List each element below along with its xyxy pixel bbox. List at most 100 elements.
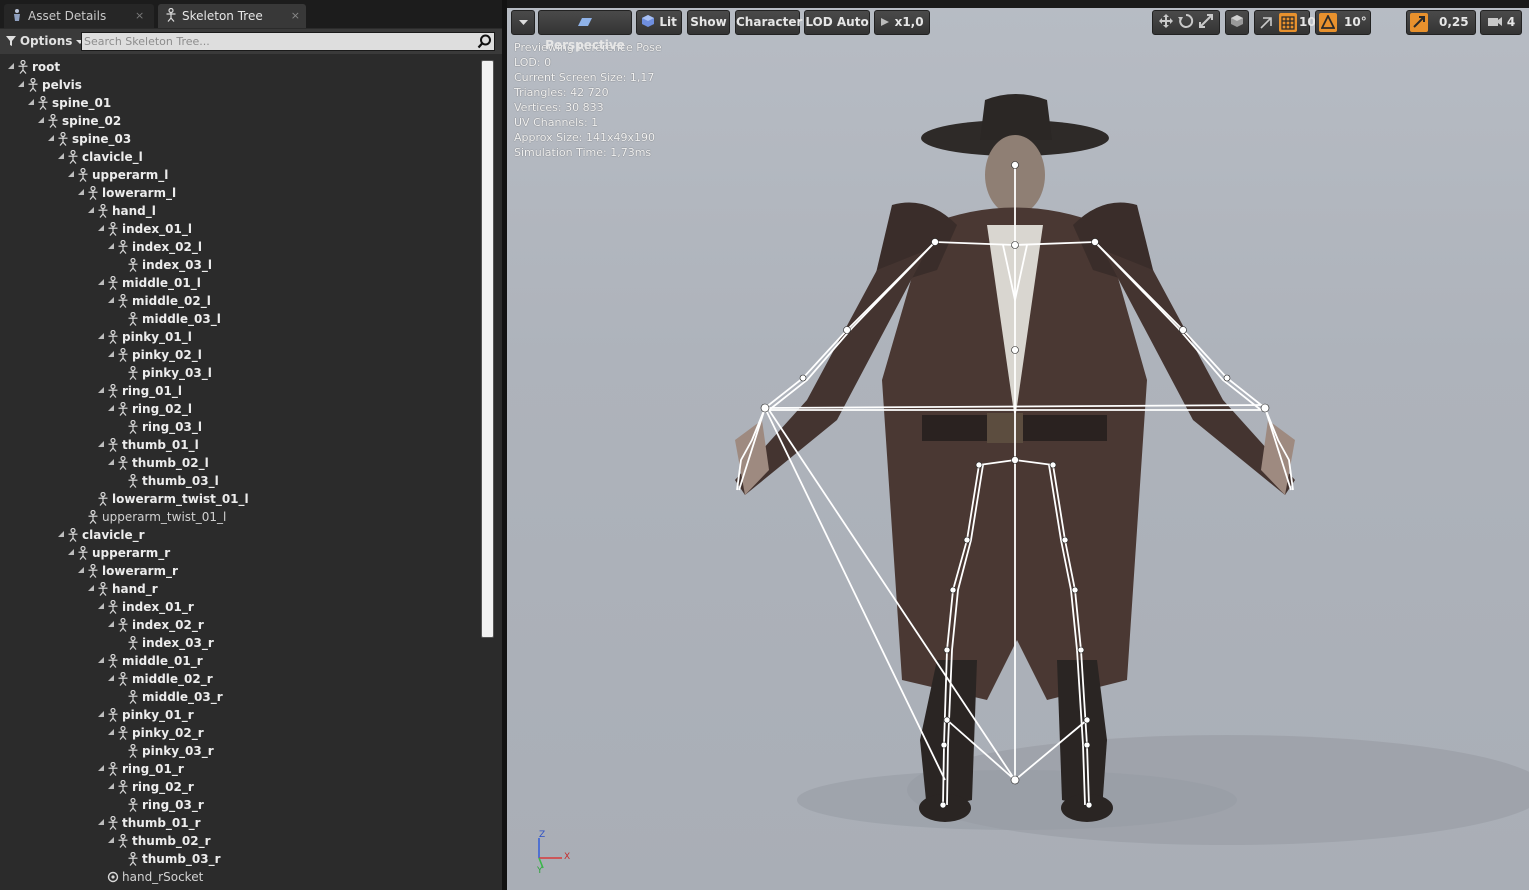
close-tab-icon[interactable]: × bbox=[135, 4, 144, 28]
close-tab-icon[interactable]: × bbox=[291, 4, 300, 28]
search-input[interactable] bbox=[84, 33, 474, 50]
scale-snap-value[interactable]: 0,25 bbox=[1439, 11, 1469, 34]
tree-row[interactable]: middle_01_r bbox=[98, 652, 480, 670]
expand-arrow-icon[interactable] bbox=[108, 243, 114, 249]
tab-asset-details[interactable]: Asset Details bbox=[4, 4, 154, 28]
expand-arrow-icon[interactable] bbox=[98, 333, 104, 339]
tree-scrollbar[interactable] bbox=[481, 60, 494, 638]
tree-row[interactable]: clavicle_r bbox=[58, 526, 458, 544]
tree-row[interactable]: thumb_02_r bbox=[108, 832, 480, 850]
tree-row[interactable]: thumb_01_l bbox=[98, 436, 480, 454]
tree-row[interactable]: middle_03_l bbox=[118, 310, 480, 328]
expand-arrow-icon[interactable] bbox=[108, 729, 114, 735]
scale-snap-toggle[interactable] bbox=[1410, 13, 1428, 32]
tree-row[interactable]: index_03_r bbox=[118, 634, 480, 652]
lod-button[interactable]: LOD Auto bbox=[804, 10, 870, 35]
expand-arrow-icon[interactable] bbox=[28, 99, 34, 105]
expand-arrow-icon[interactable] bbox=[98, 279, 104, 285]
scale-icon[interactable] bbox=[1198, 13, 1214, 29]
translate-icon[interactable] bbox=[1158, 13, 1174, 29]
expand-arrow-icon[interactable] bbox=[108, 837, 114, 843]
tree-row[interactable]: index_01_l bbox=[98, 220, 480, 238]
expand-arrow-icon[interactable] bbox=[58, 531, 64, 537]
expand-arrow-icon[interactable] bbox=[68, 549, 74, 555]
tree-row[interactable]: middle_01_l bbox=[98, 274, 480, 292]
expand-arrow-icon[interactable] bbox=[78, 189, 84, 195]
expand-arrow-icon[interactable] bbox=[108, 297, 114, 303]
tree-row[interactable]: spine_03 bbox=[48, 130, 448, 148]
tree-row[interactable]: ring_02_l bbox=[108, 400, 480, 418]
lit-button[interactable]: Lit bbox=[636, 10, 682, 35]
tree-row[interactable]: lowerarm_twist_01_l bbox=[88, 490, 480, 508]
tree-row[interactable]: pinky_02_r bbox=[108, 724, 480, 742]
tree-row[interactable]: ring_01_l bbox=[98, 382, 480, 400]
expand-arrow-icon[interactable] bbox=[98, 225, 104, 231]
expand-arrow-icon[interactable] bbox=[78, 567, 84, 573]
tree-row[interactable]: upperarm_twist_01_l bbox=[78, 508, 478, 526]
camera-speed-button[interactable]: 4 bbox=[1480, 10, 1522, 35]
options-dropdown[interactable]: Options bbox=[6, 33, 85, 49]
expand-arrow-icon[interactable] bbox=[38, 117, 44, 123]
coordinate-space-button[interactable] bbox=[1225, 10, 1249, 35]
tree-row[interactable]: pinky_01_r bbox=[98, 706, 480, 724]
tree-row[interactable]: pinky_03_r bbox=[118, 742, 480, 760]
tree-row[interactable]: lowerarm_r bbox=[78, 562, 478, 580]
tree-row[interactable]: middle_02_l bbox=[108, 292, 480, 310]
tree-row[interactable]: thumb_02_l bbox=[108, 454, 480, 472]
tree-row[interactable]: root bbox=[8, 58, 408, 76]
expand-arrow-icon[interactable] bbox=[98, 441, 104, 447]
show-button[interactable]: Show bbox=[687, 10, 730, 35]
tree-row[interactable]: hand_rSocket bbox=[98, 868, 480, 886]
expand-arrow-icon[interactable] bbox=[108, 459, 114, 465]
viewport-options-button[interactable] bbox=[511, 10, 535, 35]
expand-arrow-icon[interactable] bbox=[98, 387, 104, 393]
tree-row[interactable]: hand_l bbox=[88, 202, 480, 220]
tree-row[interactable]: hand_r bbox=[88, 580, 480, 598]
expand-arrow-icon[interactable] bbox=[108, 351, 114, 357]
tab-skeleton-tree[interactable]: Skeleton Tree × bbox=[158, 4, 306, 28]
expand-arrow-icon[interactable] bbox=[8, 63, 14, 69]
tree-row[interactable]: middle_02_r bbox=[108, 670, 480, 688]
expand-arrow-icon[interactable] bbox=[48, 135, 54, 141]
expand-arrow-icon[interactable] bbox=[108, 783, 114, 789]
expand-arrow-icon[interactable] bbox=[108, 675, 114, 681]
tree-row[interactable]: index_02_l bbox=[108, 238, 480, 256]
expand-arrow-icon[interactable] bbox=[98, 657, 104, 663]
expand-arrow-icon[interactable] bbox=[58, 153, 64, 159]
tree-row[interactable]: middle_03_r bbox=[118, 688, 480, 706]
tree-row[interactable]: ring_03_l bbox=[118, 418, 480, 436]
expand-arrow-icon[interactable] bbox=[98, 711, 104, 717]
tree-row[interactable]: spine_01 bbox=[28, 94, 428, 112]
expand-arrow-icon[interactable] bbox=[68, 171, 74, 177]
rotation-snap-value[interactable]: 10° bbox=[1344, 11, 1367, 34]
tree-row[interactable]: index_02_r bbox=[108, 616, 480, 634]
playback-speed-button[interactable]: x1,0 bbox=[874, 10, 930, 35]
tree-row[interactable]: clavicle_l bbox=[58, 148, 458, 166]
tree-row[interactable]: upperarm_r bbox=[68, 544, 468, 562]
grid-snap-value[interactable]: 10 bbox=[1299, 11, 1316, 34]
expand-arrow-icon[interactable] bbox=[108, 621, 114, 627]
expand-arrow-icon[interactable] bbox=[18, 81, 24, 87]
viewport[interactable]: Z X Y Previewing Reference Pose LOD: 0 C… bbox=[507, 0, 1529, 890]
rotation-snap-toggle[interactable] bbox=[1319, 13, 1337, 32]
tree-row[interactable]: thumb_03_l bbox=[118, 472, 480, 490]
tree-row[interactable]: index_03_l bbox=[118, 256, 480, 274]
tree-row[interactable]: pinky_03_l bbox=[118, 364, 480, 382]
tree-row[interactable]: thumb_01_r bbox=[98, 814, 480, 832]
tree-row[interactable]: index_01_r bbox=[98, 598, 480, 616]
expand-arrow-icon[interactable] bbox=[98, 819, 104, 825]
expand-arrow-icon[interactable] bbox=[88, 585, 94, 591]
tree-row[interactable]: pelvis bbox=[18, 76, 418, 94]
expand-arrow-icon[interactable] bbox=[88, 207, 94, 213]
expand-arrow-icon[interactable] bbox=[108, 405, 114, 411]
tree-row[interactable]: lowerarm_l bbox=[78, 184, 478, 202]
surface-snap-icon[interactable] bbox=[1259, 16, 1273, 30]
tree-row[interactable]: ring_01_r bbox=[98, 760, 480, 778]
tree-row[interactable]: ring_02_r bbox=[108, 778, 480, 796]
tree-row[interactable]: spine_02 bbox=[38, 112, 438, 130]
rotate-icon[interactable] bbox=[1178, 13, 1194, 29]
tree-row[interactable]: pinky_02_l bbox=[108, 346, 480, 364]
perspective-button[interactable]: Perspective bbox=[538, 10, 632, 52]
character-button[interactable]: Character bbox=[735, 10, 802, 35]
expand-arrow-icon[interactable] bbox=[98, 765, 104, 771]
